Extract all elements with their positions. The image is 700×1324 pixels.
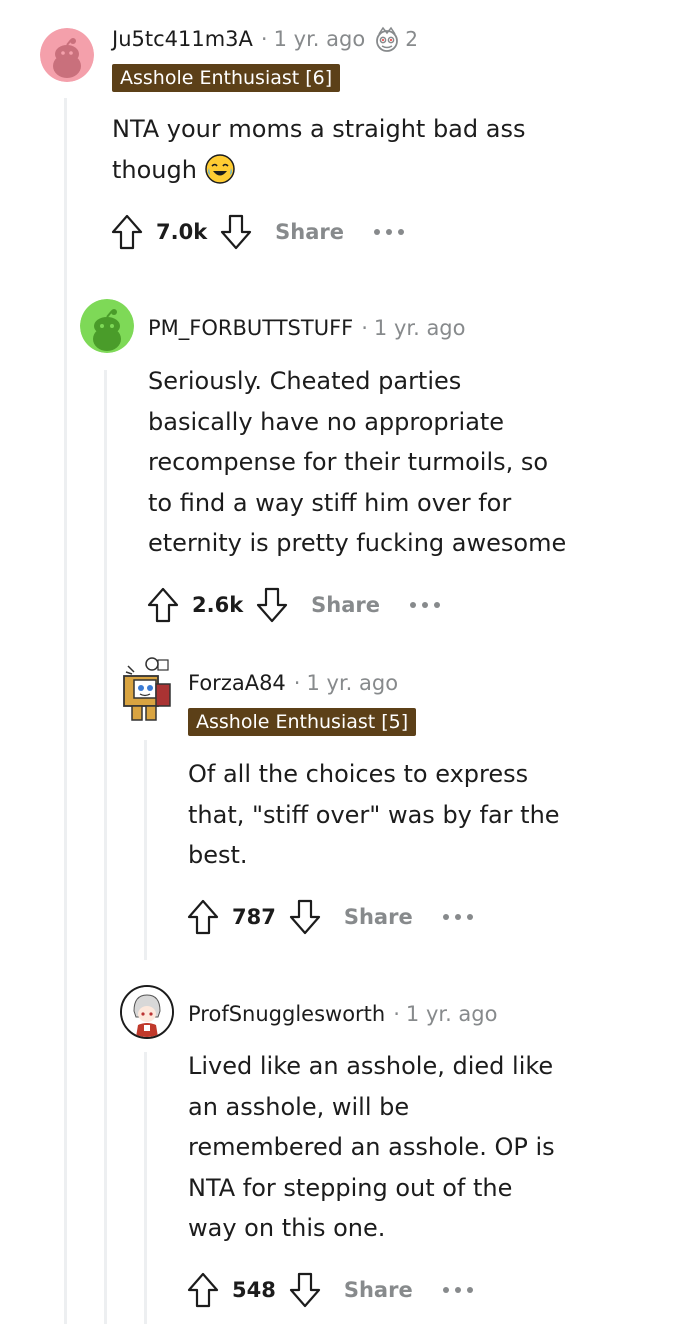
comment-actions: 548 Share xyxy=(186,1270,475,1310)
comment-actions: 2.6k Share xyxy=(146,585,442,625)
timestamp[interactable]: 1 yr. ago xyxy=(406,1002,498,1026)
user-avatar[interactable] xyxy=(40,28,94,82)
username[interactable]: PM_FORBUTTSTUFF xyxy=(148,316,353,340)
downvote-icon[interactable] xyxy=(219,213,253,251)
user-avatar[interactable] xyxy=(80,299,134,353)
upvote-icon[interactable] xyxy=(186,1271,220,1309)
username[interactable]: ForzaA84 xyxy=(188,671,286,695)
comment-meta: ProfSnugglesworth · 1 yr. ago xyxy=(188,999,497,1029)
meta-separator: · xyxy=(361,316,368,340)
comment-body-line: basically have no appropriate xyxy=(148,407,505,436)
award-icon[interactable] xyxy=(371,24,403,54)
upvote-icon[interactable] xyxy=(110,213,144,251)
comment-body-line: best. xyxy=(188,841,248,869)
share-button[interactable]: Share xyxy=(311,593,380,617)
comment-body-line: that, "stiff over" was by far the xyxy=(188,800,560,829)
thread-line-level-3[interactable] xyxy=(144,740,147,960)
user-flair: Asshole Enthusiast [5] xyxy=(188,708,417,736)
comment-meta: ForzaA84 · 1 yr. ago xyxy=(188,668,398,698)
comment-body-line: eternity is pretty fucking awesome xyxy=(148,529,567,557)
timestamp[interactable]: 1 yr. ago xyxy=(306,671,398,695)
comment-body-line: though xyxy=(112,155,197,184)
more-icon[interactable] xyxy=(372,227,406,237)
comment-meta: PM_FORBUTTSTUFF · 1 yr. ago xyxy=(148,313,466,343)
thread-line-level-2[interactable] xyxy=(104,370,107,1324)
vote-score: 2.6k xyxy=(192,593,244,617)
comment-body-line: to find a way stiff him over for xyxy=(148,488,512,517)
downvote-icon[interactable] xyxy=(288,898,322,936)
downvote-icon[interactable] xyxy=(255,586,289,624)
user-flair: Asshole Enthusiast [6] xyxy=(112,64,341,92)
emoji-icon xyxy=(204,153,235,197)
upvote-icon[interactable] xyxy=(146,586,180,624)
comment-body-line: Of all the choices to express xyxy=(188,760,529,788)
share-button[interactable]: Share xyxy=(275,220,344,244)
meta-separator: · xyxy=(260,27,268,51)
thread-line-level-3b[interactable] xyxy=(144,1052,147,1324)
comment-actions: 7.0k Share xyxy=(110,212,406,252)
thread-line-level-1[interactable] xyxy=(64,98,67,1324)
comment-actions: 787 Share xyxy=(186,897,475,937)
share-button[interactable]: Share xyxy=(344,1278,413,1302)
award-count: 2 xyxy=(405,27,418,51)
more-icon[interactable] xyxy=(441,1285,475,1295)
comment-body-line: an asshole, will be xyxy=(188,1092,410,1121)
username[interactable]: ProfSnugglesworth xyxy=(188,1002,385,1026)
share-button[interactable]: Share xyxy=(344,905,413,929)
comment-body: NTA your moms a straight bad ass though xyxy=(112,109,672,196)
more-icon[interactable] xyxy=(408,600,442,610)
more-icon[interactable] xyxy=(441,912,475,922)
comment-body: Of all the choices to express that, "sti… xyxy=(188,754,688,876)
user-avatar[interactable] xyxy=(120,985,174,1039)
comment-body: Lived like an asshole, died like an assh… xyxy=(188,1046,688,1249)
comment-body-line-with-emoji: though xyxy=(112,150,672,197)
meta-separator: · xyxy=(393,1002,400,1026)
comment-meta: Ju5tc411m3A · 1 yr. ago 2 xyxy=(112,24,418,54)
timestamp[interactable]: 1 yr. ago xyxy=(374,316,466,340)
comment-body-line: way on this one. xyxy=(188,1214,386,1242)
vote-score: 7.0k xyxy=(156,220,208,244)
username[interactable]: Ju5tc411m3A xyxy=(112,27,253,51)
comment-body-line: Lived like an asshole, died like xyxy=(188,1052,554,1080)
comment-body-line: recompense for their turmoils, so xyxy=(148,448,549,476)
comment-body-line: NTA your moms a straight bad ass xyxy=(112,115,526,143)
comment-body-line: NTA for stepping out of the xyxy=(188,1173,513,1202)
upvote-icon[interactable] xyxy=(186,898,220,936)
comment-body-line: remembered an asshole. OP is xyxy=(188,1133,555,1161)
downvote-icon[interactable] xyxy=(288,1271,322,1309)
comment-body-line: Seriously. Cheated parties xyxy=(148,367,462,395)
vote-score: 787 xyxy=(232,905,276,929)
comment-body: Seriously. Cheated parties basically hav… xyxy=(148,361,688,564)
timestamp[interactable]: 1 yr. ago xyxy=(274,27,366,51)
vote-score: 548 xyxy=(232,1278,276,1302)
user-avatar[interactable] xyxy=(118,656,178,724)
meta-separator: · xyxy=(293,671,301,695)
